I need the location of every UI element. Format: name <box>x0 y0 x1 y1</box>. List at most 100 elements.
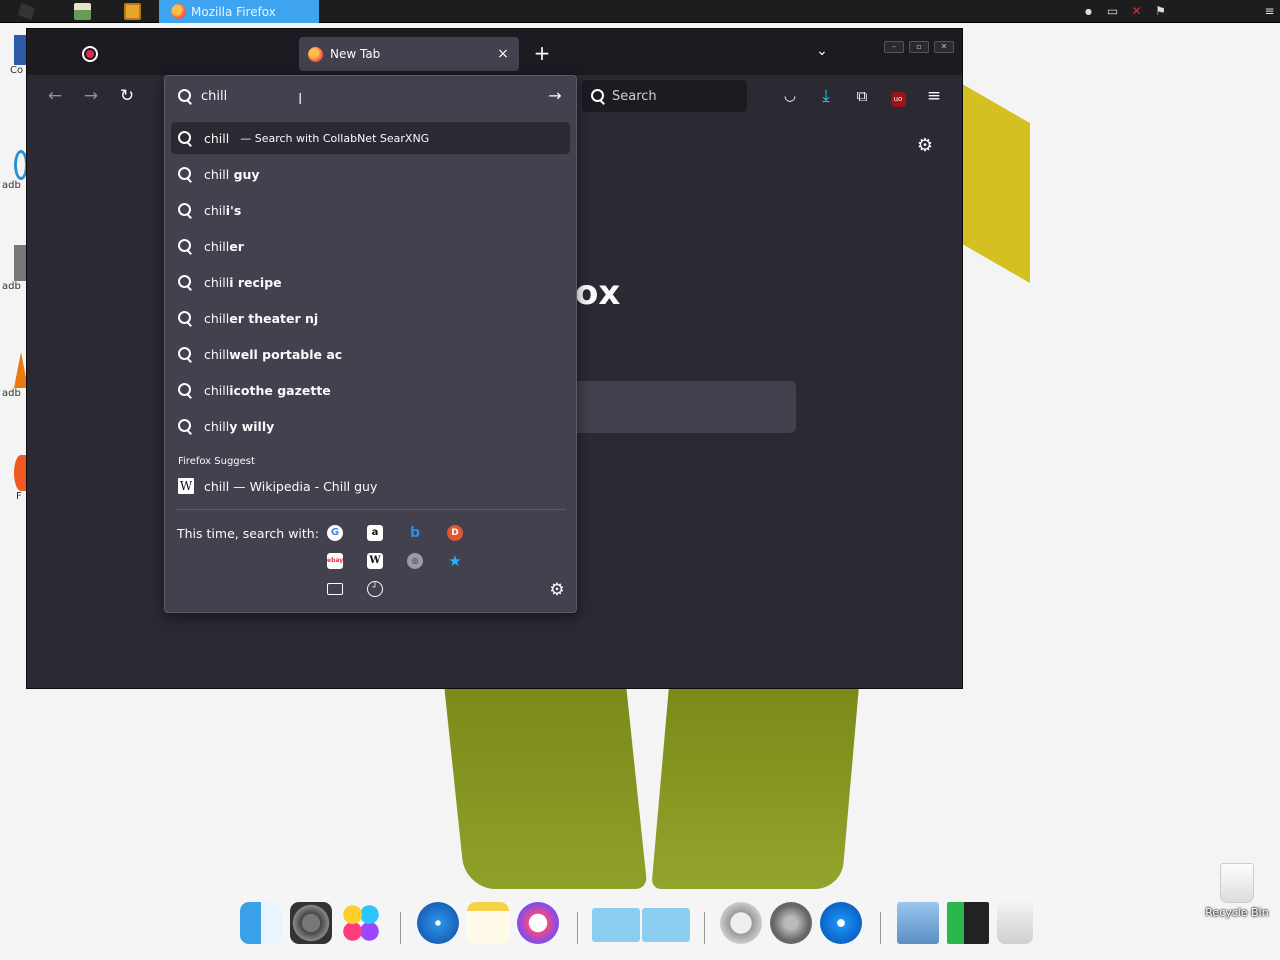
search-icon <box>591 89 605 103</box>
start-menu-icon[interactable] <box>18 3 35 20</box>
ublock-icon[interactable]: uo <box>887 85 909 107</box>
suggestion-text: chilly willy <box>204 419 274 434</box>
game-center-icon[interactable] <box>340 902 382 944</box>
suggestion-typed: chil <box>204 202 226 218</box>
ebay-engine-icon[interactable]: ebay <box>327 553 343 569</box>
urlbar-dropdown: chill Ⅰ → chill — Search with CollabNet … <box>164 75 577 613</box>
recycle-bin[interactable]: Recycle Bin <box>1205 863 1269 919</box>
close-tab-icon[interactable]: × <box>495 46 511 62</box>
go-arrow-icon[interactable]: → <box>544 85 566 107</box>
search-icon <box>178 274 193 290</box>
preview-icon[interactable] <box>897 902 939 944</box>
search-icon <box>178 382 193 398</box>
duckduckgo-engine-icon[interactable]: D <box>447 525 463 541</box>
suggestion-row[interactable]: chillicothe gazette <box>171 374 570 406</box>
search-icon <box>178 418 193 434</box>
suggestion-typed: chill <box>204 166 230 182</box>
dock-separator <box>704 912 705 944</box>
maximize-button[interactable]: ▫ <box>909 41 929 53</box>
app-store-icon[interactable] <box>820 902 862 944</box>
system-preferences-gear-icon[interactable] <box>290 902 332 944</box>
forward-arrow-icon[interactable]: → <box>80 85 102 107</box>
search-settings-gear-icon[interactable]: ⚙ <box>548 581 566 599</box>
suggestion-typed: chill <box>204 238 230 254</box>
applications-folder-icon[interactable] <box>642 908 690 942</box>
minimize-button[interactable]: – <box>884 41 904 53</box>
url-input[interactable]: chill <box>165 76 576 116</box>
file-manager-icon[interactable] <box>74 3 91 20</box>
suggestion-row[interactable]: chiller <box>171 230 570 262</box>
tab-title: New Tab <box>330 47 381 61</box>
launchpad-rocket-icon[interactable] <box>770 902 812 944</box>
desktop-icon-label: Co <box>10 65 24 76</box>
menu-icon[interactable]: ≡ <box>1262 4 1277 19</box>
reload-icon[interactable]: ↻ <box>116 85 138 107</box>
safari-compass-icon[interactable] <box>417 902 459 944</box>
suggestion-row[interactable]: chill guy <box>171 158 570 190</box>
extensions-icon[interactable]: ⧉ <box>851 85 873 107</box>
tabs-icon[interactable] <box>327 583 343 595</box>
network-icon[interactable]: ▭ <box>1105 4 1120 19</box>
suggestion-action: — Search with CollabNet SearXNG <box>240 131 430 145</box>
suggestion-completion: er theater nj <box>229 310 319 326</box>
suggestion-text: chillwell portable ac <box>204 347 342 362</box>
suggestion-completion: guy <box>229 166 260 182</box>
suggestion-row[interactable]: chili's <box>171 194 570 226</box>
task-manager-icon[interactable] <box>947 902 989 944</box>
recycle-bin-label: Recycle Bin <box>1205 906 1269 919</box>
record-icon[interactable] <box>82 46 98 62</box>
power-icon[interactable] <box>720 902 762 944</box>
recycle-bin-icon <box>1220 863 1254 903</box>
suggestion-row[interactable]: chilli recipe <box>171 266 570 298</box>
search-icon <box>178 238 193 254</box>
suggestion-text: chillicothe gazette <box>204 383 331 398</box>
wikipedia-suggestion-row[interactable]: W chill — Wikipedia - Chill guy <box>171 471 570 501</box>
suggestion-row[interactable]: chiller theater nj <box>171 302 570 334</box>
suggestion-completion: i's <box>225 202 242 218</box>
search-icon <box>178 130 193 146</box>
firefox-icon <box>171 4 186 19</box>
back-arrow-icon[interactable]: ← <box>44 85 66 107</box>
download-icon[interactable]: ⤓ <box>815 85 837 107</box>
google-engine-icon[interactable]: G <box>327 525 343 541</box>
new-tab-button[interactable]: + <box>531 42 553 64</box>
trash-icon[interactable] <box>997 902 1033 944</box>
suggestion-text: chili's <box>204 203 241 218</box>
search-bar[interactable]: Search <box>582 80 747 112</box>
wikipedia-icon: W <box>178 478 194 494</box>
tab-new-tab[interactable]: New Tab × <box>299 37 519 71</box>
history-clock-icon[interactable]: ┘ <box>367 581 383 597</box>
volume-muted-icon[interactable]: ✕ <box>1129 4 1144 19</box>
search-placeholder: Search <box>612 88 657 104</box>
media-player-icon[interactable] <box>124 3 141 20</box>
wikipedia-engine-icon[interactable]: W <box>367 553 383 569</box>
firefox-icon <box>308 46 323 62</box>
dock <box>232 892 1052 956</box>
suggestion-row[interactable]: chillwell portable ac <box>171 338 570 370</box>
amazon-engine-icon[interactable]: a <box>367 525 383 541</box>
suggestion-row[interactable]: chilly willy <box>171 410 570 442</box>
finder-icon[interactable] <box>240 902 282 944</box>
itunes-music-icon[interactable] <box>517 902 559 944</box>
bing-engine-icon[interactable]: b <box>407 525 423 541</box>
flag-icon[interactable]: ⚑ <box>1153 4 1168 19</box>
close-window-button[interactable]: ✕ <box>934 41 954 53</box>
pocket-icon[interactable]: ◡ <box>779 85 801 107</box>
content-search-box[interactable] <box>567 381 796 433</box>
text-cursor-icon: Ⅰ <box>298 90 303 108</box>
folder-icon[interactable] <box>592 908 640 942</box>
hamburger-menu-icon[interactable]: ≡ <box>923 85 945 107</box>
divider <box>175 509 566 510</box>
suggestion-row[interactable]: chill — Search with CollabNet SearXNG <box>171 122 570 154</box>
notes-icon[interactable] <box>467 902 509 944</box>
url-input-value: chill <box>201 88 228 104</box>
searxng-engine-icon[interactable]: ◎ <box>407 553 423 569</box>
firefox-task-button[interactable]: Mozilla Firefox <box>159 0 319 23</box>
bookmarks-star-icon[interactable]: ★ <box>447 553 463 569</box>
suggestion-text: chilli recipe <box>204 275 282 290</box>
suggestion-completion: i recipe <box>229 274 282 290</box>
suggestion-text: chiller <box>204 239 244 254</box>
desktop-icon-label: adb <box>2 180 21 191</box>
gear-icon[interactable]: ⚙ <box>916 137 934 155</box>
chevron-down-icon[interactable]: ⌄ <box>813 42 831 60</box>
